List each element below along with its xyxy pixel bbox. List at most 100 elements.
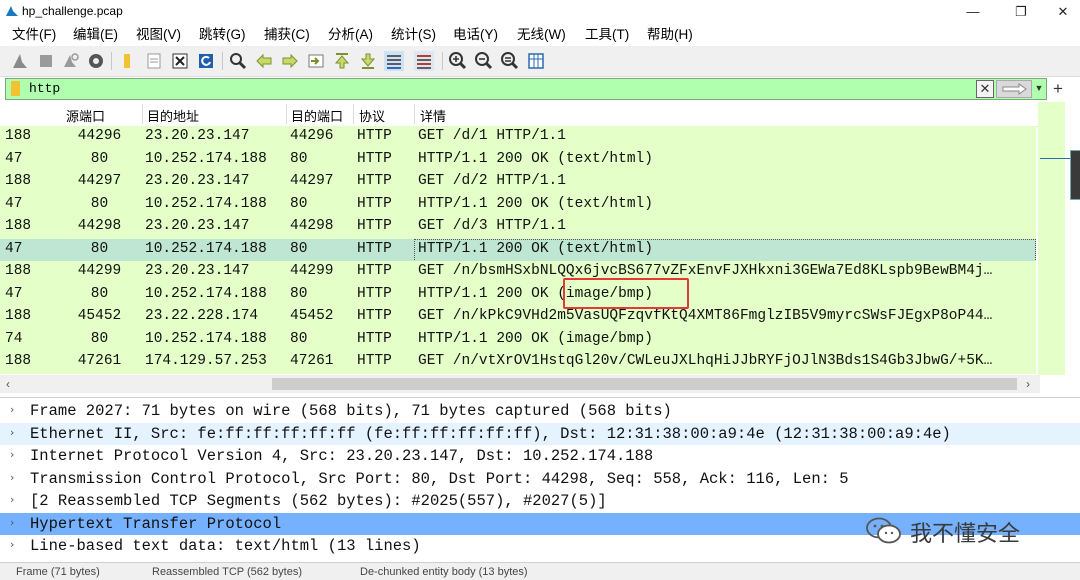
tab-reassembled-tcp[interactable]: Reassembled TCP (562 bytes)	[152, 566, 302, 578]
chevron-right-icon[interactable]: ›	[10, 516, 14, 529]
cell-source: 74	[5, 330, 23, 347]
resize-columns-icon[interactable]	[526, 51, 546, 71]
chevron-right-icon[interactable]: ›	[10, 448, 14, 461]
menu-telephony[interactable]: 电话(Y)	[453, 25, 498, 45]
close-button[interactable]: ✕	[1048, 2, 1078, 22]
autoscroll-icon[interactable]	[384, 51, 404, 71]
chevron-down-icon[interactable]: ▼	[1034, 80, 1044, 96]
packet-minimap[interactable]	[1070, 150, 1080, 200]
open-file-icon[interactable]	[118, 51, 138, 71]
table-row[interactable]: 188 44299 23.20.23.147 44299 HTTP GET /n…	[0, 261, 1036, 284]
reload-file-icon[interactable]	[196, 51, 216, 71]
cell-protocol: HTTP	[357, 308, 392, 324]
menu-wireless[interactable]: 无线(W)	[517, 25, 566, 45]
detail-row-tcp[interactable]: › Transmission Control Protocol, Src Por…	[0, 468, 1080, 491]
filter-bookmark-icon[interactable]	[11, 81, 20, 96]
chevron-right-icon[interactable]: ›	[10, 493, 14, 506]
cell-protocol: HTTP	[357, 285, 392, 302]
table-row-selected[interactable]: 47 80 10.252.174.188 80 HTTP HTTP/1.1 20…	[0, 238, 1036, 262]
packet-list-header: 源端口 目的地址 目的端口 协议 详情	[0, 102, 1040, 127]
table-row[interactable]: 47 80 10.252.174.188 80 HTTP HTTP/1.1 20…	[0, 148, 1036, 171]
menu-file[interactable]: 文件(F)	[12, 25, 56, 45]
watermark: 我不懂安全	[866, 513, 1056, 547]
display-filter-input[interactable]: http	[29, 81, 60, 96]
cell-source-port: 47261	[77, 353, 122, 369]
cell-destination-port: 80	[290, 240, 308, 257]
table-row[interactable]: 47 80 10.252.174.188 80 HTTP HTTP/1.1 20…	[0, 283, 1036, 306]
shark-fin-start-icon[interactable]	[10, 51, 30, 71]
tab-dechunked-body[interactable]: De-chunked entity body (13 bytes)	[360, 566, 528, 578]
table-row[interactable]: 188 44296 23.20.23.147 44296 HTTP GET /d…	[0, 126, 1036, 149]
add-filter-button[interactable]: +	[1048, 78, 1068, 100]
menu-tools[interactable]: 工具(T)	[585, 25, 629, 45]
clear-filter-icon[interactable]: ✕	[976, 80, 994, 98]
capture-options-icon[interactable]	[86, 51, 106, 71]
column-header-source-port[interactable]: 源端口	[66, 106, 105, 125]
menu-view[interactable]: 视图(V)	[136, 25, 181, 45]
restart-capture-icon[interactable]	[60, 51, 80, 71]
zoom-in-icon[interactable]	[448, 51, 468, 71]
tab-frame-bytes[interactable]: Frame (71 bytes)	[16, 566, 100, 578]
table-row[interactable]: 188 44298 23.20.23.147 44298 HTTP GET /d…	[0, 216, 1036, 239]
cell-destination: 10.252.174.188	[145, 240, 267, 257]
close-file-icon[interactable]	[170, 51, 190, 71]
menu-capture[interactable]: 捕获(C)	[264, 25, 310, 45]
go-back-icon[interactable]	[254, 51, 274, 71]
table-row[interactable]: 188 45452 23.22.228.174 45452 HTTP GET /…	[0, 306, 1036, 329]
detail-text: Internet Protocol Version 4, Src: 23.20.…	[30, 447, 654, 465]
scroll-left-icon[interactable]: ‹	[6, 377, 10, 391]
go-to-packet-icon[interactable]	[306, 51, 326, 71]
zoom-normal-icon[interactable]	[500, 51, 520, 71]
cell-source: 188	[5, 128, 32, 144]
column-header-destination-port[interactable]: 目的端口	[291, 106, 343, 125]
table-row[interactable]: 74 80 10.252.174.188 80 HTTP HTTP/1.1 20…	[0, 328, 1036, 351]
go-forward-icon[interactable]	[280, 51, 300, 71]
table-row[interactable]: 47 80 10.252.174.188 80 HTTP HTTP/1.1 20…	[0, 193, 1036, 216]
cell-source-port: 45452	[77, 308, 122, 324]
cell-info: GET /n/kPkC9VHd2m5VasUQFzqvfKtQ4XMT86Fmg…	[418, 308, 993, 324]
chevron-right-icon[interactable]: ›	[10, 403, 14, 416]
column-header-protocol[interactable]: 协议	[359, 106, 385, 125]
horizontal-scroll-thumb[interactable]	[272, 378, 1017, 390]
packet-list[interactable]: 源端口 目的地址 目的端口 协议 详情 188 44296 23.20.23.1…	[0, 102, 1040, 375]
detail-row-ipv4[interactable]: › Internet Protocol Version 4, Src: 23.2…	[0, 445, 1080, 468]
display-filter-bar[interactable]: http ✕ ▼	[5, 78, 1047, 100]
stop-capture-icon[interactable]	[36, 51, 56, 71]
detail-row-frame[interactable]: › Frame 2027: 71 bytes on wire (568 bits…	[0, 400, 1080, 423]
save-file-icon[interactable]	[144, 51, 164, 71]
column-header-info[interactable]: 详情	[420, 106, 446, 125]
cell-source: 47	[5, 240, 23, 257]
packet-list-horizontal-scrollbar[interactable]: ‹ ›	[0, 375, 1040, 393]
last-packet-icon[interactable]	[358, 51, 378, 71]
menu-statistics[interactable]: 统计(S)	[391, 25, 436, 45]
table-row[interactable]: 188 47261 174.129.57.253 47261 HTTP GET …	[0, 351, 1036, 374]
restore-button[interactable]: ❐	[1006, 2, 1036, 22]
cell-destination: 10.252.174.188	[145, 330, 267, 347]
minimize-button[interactable]: —	[958, 2, 988, 22]
scroll-right-icon[interactable]: ›	[1026, 377, 1030, 391]
cell-destination-port: 80	[290, 285, 308, 302]
cell-protocol: HTTP	[357, 240, 392, 257]
detail-row-reassembled[interactable]: › [2 Reassembled TCP Segments (562 bytes…	[0, 490, 1080, 513]
detail-text: Transmission Control Protocol, Src Port:…	[30, 469, 849, 488]
column-header-destination[interactable]: 目的地址	[147, 106, 199, 125]
colorize-icon[interactable]	[414, 51, 434, 71]
arrow-right-icon[interactable]	[996, 80, 1032, 98]
menu-go[interactable]: 跳转(G)	[199, 25, 246, 45]
cell-protocol: HTTP	[357, 218, 392, 234]
zoom-out-icon[interactable]	[474, 51, 494, 71]
window-title: hp_challenge.pcap	[22, 4, 123, 18]
detail-row-ethernet[interactable]: › Ethernet II, Src: fe:ff:ff:ff:ff:ff (f…	[0, 422, 1080, 445]
cell-info: GET /d/2 HTTP/1.1	[418, 173, 566, 189]
packet-list-vertical-scrollbar[interactable]	[1038, 102, 1065, 375]
menu-edit[interactable]: 编辑(E)	[73, 25, 118, 45]
chevron-right-icon[interactable]: ›	[10, 426, 14, 439]
menu-analyze[interactable]: 分析(A)	[328, 25, 373, 45]
find-packet-icon[interactable]	[228, 51, 248, 71]
chevron-right-icon[interactable]: ›	[10, 538, 14, 551]
cell-source: 188	[5, 218, 32, 234]
first-packet-icon[interactable]	[332, 51, 352, 71]
table-row[interactable]: 188 44297 23.20.23.147 44297 HTTP GET /d…	[0, 171, 1036, 194]
chevron-right-icon[interactable]: ›	[10, 471, 14, 484]
menu-help[interactable]: 帮助(H)	[647, 25, 693, 45]
